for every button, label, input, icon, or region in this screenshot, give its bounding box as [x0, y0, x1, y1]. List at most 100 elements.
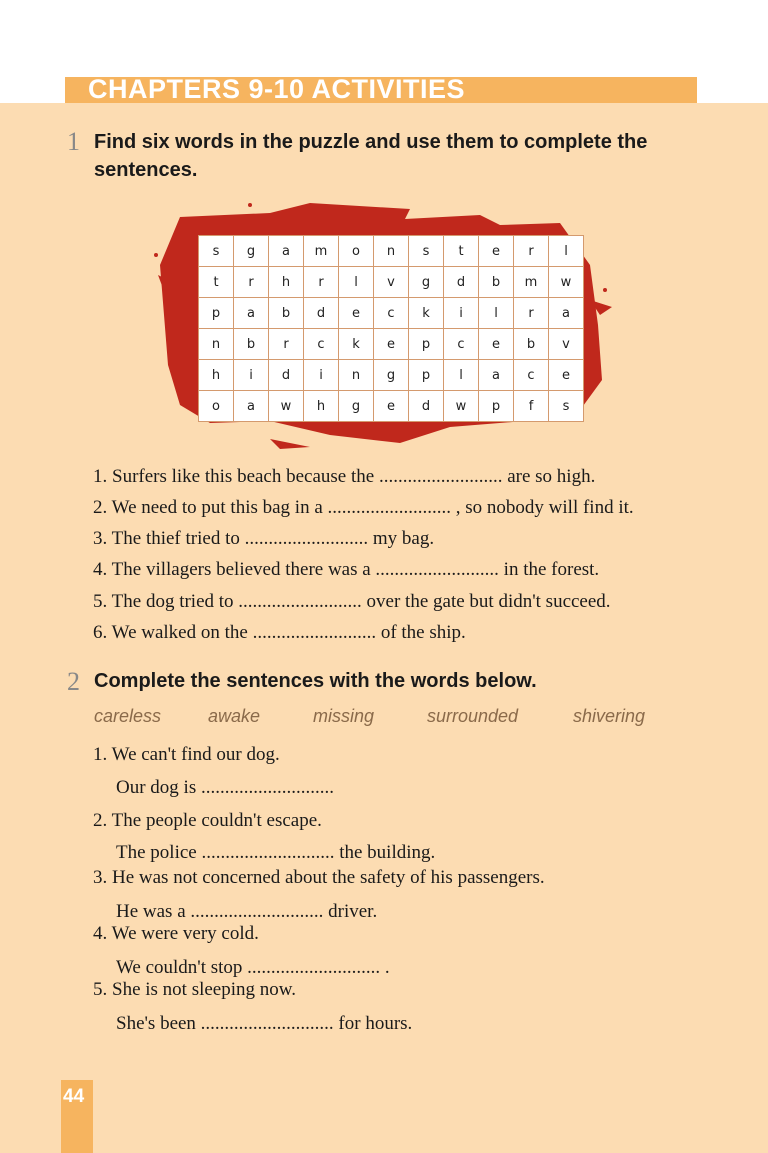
grid-cell: l — [478, 297, 514, 329]
grid-cell: k — [408, 297, 444, 329]
grid-row: oawhgedwpfs — [198, 390, 584, 422]
grid-cell: v — [548, 328, 584, 360]
grid-cell: b — [233, 328, 269, 360]
exercise-1-instruction-line: sentences. — [94, 159, 198, 181]
grid-cell: i — [303, 359, 339, 391]
ex2-prompt-1: 1. We can't find our dog. — [93, 744, 280, 765]
grid-cell: s — [548, 390, 584, 422]
word-bank-item: shivering — [573, 706, 646, 726]
grid-cell: a — [233, 390, 269, 422]
ex1-sentence-1: 1. Surfers like this beach because the .… — [93, 466, 596, 487]
exercise-number-2: 2 — [67, 667, 80, 696]
word-search-puzzle: sgamonsterltrhrlvgdbmwpabdeckilranbrckep… — [150, 195, 620, 450]
grid-cell: t — [443, 235, 479, 267]
grid-cell: e — [548, 359, 584, 391]
grid-cell: d — [408, 390, 444, 422]
word-bank-item: missing — [313, 706, 375, 726]
grid-cell: c — [513, 359, 549, 391]
grid-cell: r — [513, 297, 549, 329]
grid-cell: a — [268, 235, 304, 267]
grid-cell: f — [513, 390, 549, 422]
grid-cell: p — [408, 328, 444, 360]
grid-cell: o — [198, 390, 234, 422]
ex1-sentence-4: 4. The villagers believed there was a ..… — [93, 559, 600, 580]
grid-cell: l — [548, 235, 584, 267]
grid-cell: p — [408, 359, 444, 391]
grid-cell: e — [373, 328, 409, 360]
grid-cell: b — [268, 297, 304, 329]
ex2-prompt-5: 5. She is not sleeping now. — [93, 979, 297, 1000]
grid-cell: d — [303, 297, 339, 329]
grid-cell: m — [303, 235, 339, 267]
grid-cell: n — [373, 235, 409, 267]
grid-cell: g — [233, 235, 269, 267]
grid-cell: n — [198, 328, 234, 360]
grid-cell: d — [443, 266, 479, 298]
grid-cell: r — [513, 235, 549, 267]
ex2-prompt-3: 3. He was not concerned about the safety… — [93, 867, 545, 888]
grid-cell: s — [198, 235, 234, 267]
ex2-answer-2: The police ............................ … — [116, 842, 436, 863]
ex2-answer-5: She's been ............................ … — [116, 1013, 413, 1034]
grid-cell: h — [303, 390, 339, 422]
grid-cell: c — [373, 297, 409, 329]
grid-cell: p — [198, 297, 234, 329]
grid-cell: c — [443, 328, 479, 360]
grid-cell: a — [478, 359, 514, 391]
grid-cell: n — [338, 359, 374, 391]
grid-cell: h — [198, 359, 234, 391]
grid-cell: m — [513, 266, 549, 298]
grid-row: trhrlvgdbmw — [198, 266, 584, 298]
grid-cell: k — [338, 328, 374, 360]
grid-cell: o — [338, 235, 374, 267]
ex2-prompt-2: 2. The people couldn't escape. — [93, 810, 322, 831]
grid-cell: h — [268, 266, 304, 298]
grid-cell: g — [338, 390, 374, 422]
grid-cell: g — [373, 359, 409, 391]
page-title: CHAPTERS 9-10 ACTIVITIES — [88, 74, 466, 104]
grid-cell: d — [268, 359, 304, 391]
grid-cell: b — [513, 328, 549, 360]
ex2-prompt-4: 4. We were very cold. — [93, 923, 259, 944]
grid-cell: s — [408, 235, 444, 267]
grid-cell: l — [443, 359, 479, 391]
grid-cell: l — [338, 266, 374, 298]
grid-cell: t — [198, 266, 234, 298]
ex1-sentence-2: 2. We need to put this bag in a ........… — [93, 497, 634, 518]
grid-cell: e — [373, 390, 409, 422]
grid-cell: a — [548, 297, 584, 329]
grid-cell: e — [478, 235, 514, 267]
grid-cell: w — [268, 390, 304, 422]
grid-cell: i — [233, 359, 269, 391]
grid-cell: g — [408, 266, 444, 298]
ex2-answer-1: Our dog is ............................ — [116, 777, 334, 798]
ex1-sentence-3: 3. The thief tried to ..................… — [93, 528, 435, 549]
ex1-sentence-6: 6. We walked on the ....................… — [93, 622, 466, 643]
grid-cell: e — [478, 328, 514, 360]
letter-grid: sgamonsterltrhrlvgdbmwpabdeckilranbrckep… — [198, 235, 584, 422]
grid-row: sgamonsterl — [198, 235, 584, 267]
grid-cell: r — [303, 266, 339, 298]
grid-cell: i — [443, 297, 479, 329]
exercise-1-instruction-line: Find six words in the puzzle and use the… — [94, 131, 648, 153]
ex2-answer-3: He was a ............................ dr… — [116, 901, 378, 922]
word-bank-item: awake — [208, 706, 261, 726]
word-bank-item: careless — [94, 706, 162, 726]
page-number: 44 — [63, 1086, 85, 1107]
exercise-number-1: 1 — [67, 127, 80, 156]
grid-cell: w — [548, 266, 584, 298]
grid-cell: a — [233, 297, 269, 329]
grid-cell: p — [478, 390, 514, 422]
grid-row: pabdeckilra — [198, 297, 584, 329]
grid-cell: c — [303, 328, 339, 360]
grid-cell: r — [268, 328, 304, 360]
exercise-2-instruction: Complete the sentences with the words be… — [94, 670, 537, 692]
grid-cell: e — [338, 297, 374, 329]
ex1-sentence-5: 5. The dog tried to ....................… — [93, 591, 611, 612]
grid-row: hidingplace — [198, 359, 584, 391]
ex2-answer-4: We couldn't stop .......................… — [116, 957, 390, 978]
grid-cell: r — [233, 266, 269, 298]
grid-cell: v — [373, 266, 409, 298]
grid-row: nbrckepcebv — [198, 328, 584, 360]
word-bank-item: surrounded — [427, 706, 519, 726]
